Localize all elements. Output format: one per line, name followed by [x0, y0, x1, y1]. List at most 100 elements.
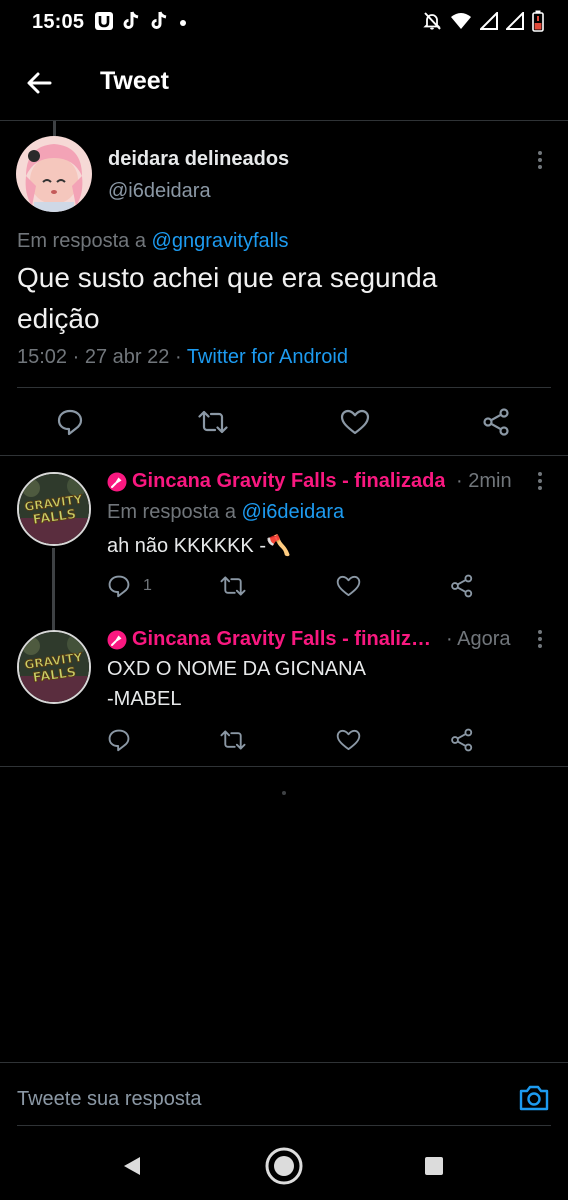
signal-icon: [478, 10, 498, 35]
mute-icon: [422, 11, 442, 36]
reply-button[interactable]: [107, 728, 131, 752]
tweet-source-link[interactable]: Twitter for Android: [187, 346, 348, 368]
u-app-icon: [94, 11, 114, 36]
thread-line: [52, 548, 55, 630]
like-button[interactable]: [336, 574, 361, 598]
status-time: 15:05: [32, 11, 85, 33]
reply-timestamp: 2min: [468, 470, 512, 492]
camera-icon: [519, 1085, 549, 1111]
more-options-icon[interactable]: [530, 627, 550, 651]
reply-icon: [108, 729, 130, 752]
heart-icon: [336, 729, 361, 751]
tweet-time: 15:02: [17, 346, 68, 368]
meta-separator: ·: [446, 628, 453, 650]
nav-recents-button[interactable]: [414, 1146, 454, 1186]
status-bar: 15:05: [0, 0, 568, 44]
author-display-name[interactable]: deidara delineados: [108, 148, 289, 171]
more-options-icon[interactable]: [530, 469, 550, 493]
reply-icon: [108, 575, 130, 598]
share-button[interactable]: [482, 408, 512, 436]
compose-underline: [17, 1125, 551, 1126]
reply-time: · 2min: [456, 470, 512, 493]
reply-author-name: Gincana Gravity Falls - finalizada: [132, 470, 446, 492]
reply-author-row[interactable]: Gincana Gravity Falls - finalizada: [107, 628, 442, 651]
compose-bar: Tweete sua resposta: [0, 1062, 568, 1126]
arrow-left-icon: [27, 72, 52, 94]
retweet-icon: [220, 576, 246, 596]
reply-text: OXD O NOME DA GICNANA -MABEL: [107, 654, 366, 714]
retweet-button[interactable]: [220, 728, 246, 752]
author-handle[interactable]: @i6deidara: [108, 180, 211, 203]
thread-line: [53, 121, 56, 136]
retweet-icon: [198, 410, 228, 434]
nav-home-button[interactable]: [264, 1146, 304, 1186]
heart-icon: [340, 409, 370, 435]
microphone-badge-icon: [107, 472, 127, 491]
page-title: Tweet: [100, 67, 169, 95]
retweet-button[interactable]: [220, 574, 246, 598]
share-icon: [451, 574, 473, 598]
tweet-date: 27 abr 22: [84, 346, 170, 368]
signal-icon: [504, 10, 524, 35]
share-button[interactable]: [450, 574, 475, 598]
reply-mention-link[interactable]: @gngravityfalls: [152, 230, 289, 252]
tiktok-icon: [150, 10, 170, 37]
reply-count: 1: [143, 577, 152, 594]
reply-prefix: Em resposta a: [107, 501, 236, 523]
like-button[interactable]: [340, 408, 370, 436]
microphone-badge-icon: [107, 630, 127, 649]
like-button[interactable]: [336, 728, 361, 752]
reply-text-line: OXD O NOME DA GICNANA: [107, 658, 366, 680]
circle-home-icon: [265, 1147, 303, 1185]
main-tweet-divider: [0, 455, 568, 456]
reply-context: Em resposta a @i6deidara: [107, 501, 344, 524]
header-divider: [0, 120, 568, 121]
reply-time: · Agora: [446, 628, 511, 651]
reply-text: ah não KKKKKK -🪓: [107, 535, 291, 557]
share-button[interactable]: [450, 728, 475, 752]
meta-separator: ·: [456, 470, 463, 492]
share-icon: [451, 728, 473, 752]
loading-indicator: [282, 791, 286, 795]
reply-prefix: Em resposta a: [17, 230, 146, 252]
camera-button[interactable]: [518, 1082, 550, 1114]
tweet-meta: 15:02 · 27 abr 22 · Twitter for Android: [17, 346, 348, 369]
avatar[interactable]: GRAVITY FALLS: [17, 472, 91, 546]
tweet-text: Que susto achei que era segunda edição: [17, 257, 537, 339]
meta-divider: [17, 387, 551, 388]
reply-mention-link[interactable]: @i6deidara: [242, 501, 345, 523]
system-nav-bar: [0, 1128, 568, 1200]
tweet-text-line: edição: [17, 303, 100, 334]
retweet-icon: [220, 730, 246, 750]
replies-divider: [0, 766, 568, 767]
meta-separator: ·: [72, 346, 80, 368]
tweet-text-line: Que susto achei que era segunda: [17, 262, 438, 293]
status-left-icons: [94, 10, 188, 37]
status-right-icons: [422, 10, 544, 37]
notification-dot-icon: [178, 15, 188, 33]
wifi-icon: [450, 12, 472, 35]
top-app-bar: Tweet: [0, 52, 568, 112]
triangle-back-icon: [124, 1157, 140, 1175]
reply-button[interactable]: 1: [107, 574, 152, 598]
nav-back-button[interactable]: [112, 1146, 152, 1186]
avatar[interactable]: [16, 136, 92, 212]
retweet-button[interactable]: [198, 408, 228, 436]
meta-separator: ·: [174, 346, 182, 368]
heart-icon: [336, 575, 361, 597]
reply-context: Em resposta a @gngravityfalls: [17, 230, 289, 253]
reply-author-name: Gincana Gravity Falls - finalizada: [132, 628, 442, 650]
square-recents-icon: [425, 1157, 443, 1175]
reply-timestamp: Agora: [457, 628, 511, 650]
reply-compose-input[interactable]: Tweete sua resposta: [17, 1088, 202, 1111]
share-icon: [483, 408, 509, 436]
reply-icon: [57, 409, 83, 436]
avatar[interactable]: GRAVITY FALLS: [17, 630, 91, 704]
tiktok-icon: [122, 10, 142, 37]
reply-text-line: -MABEL: [107, 688, 182, 710]
reply-button[interactable]: [56, 408, 84, 436]
reply-author-row[interactable]: Gincana Gravity Falls - finalizada: [107, 470, 451, 493]
battery-low-icon: [532, 10, 544, 37]
back-button[interactable]: [22, 66, 56, 100]
more-options-icon[interactable]: [530, 148, 550, 172]
